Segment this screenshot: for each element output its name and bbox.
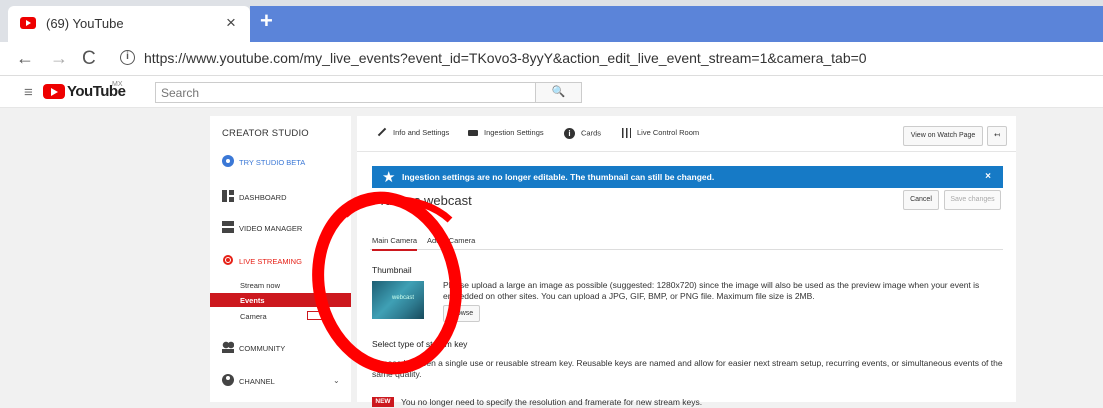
- sidebar-subitem-camera[interactable]: Camera: [210, 309, 351, 323]
- tab-label: Info and Settings: [393, 128, 450, 137]
- sidebar-subitem-events[interactable]: Events: [210, 293, 351, 307]
- thumbnail-description-line2: embedded on other sites. You can upload …: [443, 291, 815, 301]
- search-button[interactable]: 🔍: [536, 82, 582, 103]
- tab-title: (69) YouTube: [46, 16, 124, 31]
- youtube-header: ≡ YouTube MX 🔍: [0, 76, 1103, 108]
- sidebar-item-channel[interactable]: CHANNEL ⌄: [210, 369, 351, 393]
- new-feature-text: You no longer need to specify the resolu…: [401, 397, 703, 407]
- creator-studio-sidebar: CREATOR STUDIO TRY STUDIO BETA DASHBOARD…: [210, 116, 351, 402]
- search-icon: 🔍: [551, 86, 566, 98]
- search-input[interactable]: [156, 83, 535, 102]
- tab-live-control-room[interactable]: Live Control Room: [621, 128, 700, 139]
- tab-label: Cards: [581, 128, 602, 138]
- info-banner: ★ Ingestion settings are no longer edita…: [372, 166, 1003, 188]
- reload-icon[interactable]: C: [82, 48, 96, 70]
- tab-main-camera[interactable]: Main Camera: [372, 236, 418, 251]
- subitem-label: Camera: [240, 312, 267, 321]
- sidebar-item-label: CHANNEL: [239, 377, 275, 386]
- youtube-logo-icon[interactable]: [43, 84, 65, 99]
- browser-tab-strip: (69) YouTube × +: [0, 0, 1103, 42]
- search-box: [155, 82, 536, 103]
- subitem-label: Events: [240, 296, 265, 305]
- thumbnail-watermark: webcast: [392, 295, 415, 301]
- tab-close-icon[interactable]: ×: [226, 13, 236, 33]
- thumbnail-description-line1: Please upload a large an image as possib…: [443, 280, 980, 290]
- browse-button[interactable]: Browse: [443, 305, 480, 322]
- sliders-icon: [621, 128, 631, 139]
- stream-key-description-line1: Choose between a single use or reusable …: [372, 358, 1003, 368]
- sidebar-item-try-studio-beta[interactable]: TRY STUDIO BETA: [210, 150, 351, 174]
- pencil-icon: [377, 127, 387, 137]
- new-tab-icon[interactable]: +: [260, 8, 273, 34]
- event-title: Pruebas webcast: [372, 193, 472, 208]
- sidebar-item-video-manager[interactable]: VIDEO MANAGER: [210, 216, 351, 240]
- stream-key-description-line2: same quality.: [372, 369, 422, 379]
- thumbnail-image: webcast: [372, 281, 424, 319]
- share-arrow-icon: ↤: [994, 132, 1000, 139]
- camera-badge: [307, 311, 327, 320]
- browser-tab-youtube[interactable]: (69) YouTube ×: [8, 6, 250, 42]
- share-button[interactable]: ↤: [987, 126, 1007, 146]
- tab-cards[interactable]: i Cards: [564, 128, 601, 139]
- tab-label: Live Control Room: [637, 128, 700, 137]
- gear-icon: [222, 155, 234, 167]
- sidebar-title: CREATOR STUDIO: [222, 128, 309, 139]
- tab-add-a-camera[interactable]: Add a Camera: [427, 236, 475, 245]
- sidebar-item-dashboard[interactable]: DASHBOARD: [210, 185, 351, 209]
- sidebar-item-community[interactable]: COMMUNITY: [210, 336, 351, 360]
- country-code: MX: [112, 81, 123, 88]
- sidebar-item-label: LIVE STREAMING: [239, 257, 302, 266]
- youtube-favicon-icon: [20, 17, 36, 29]
- video-manager-icon: [222, 221, 234, 233]
- back-arrow-icon[interactable]: ←: [16, 48, 34, 69]
- save-changes-button[interactable]: Save changes: [944, 190, 1001, 210]
- event-tabs-bar: Info and Settings Ingestion Settings i Ca…: [357, 116, 1016, 152]
- tab-ingestion-settings[interactable]: Ingestion Settings: [468, 128, 544, 137]
- sidebar-item-label: COMMUNITY: [239, 344, 286, 353]
- forward-arrow-icon[interactable]: →: [50, 48, 68, 69]
- channel-icon: [222, 374, 234, 386]
- tab-info-and-settings[interactable]: Info and Settings: [377, 127, 450, 137]
- sidebar-subitem-stream-now[interactable]: Stream now: [210, 278, 351, 292]
- sidebar-item-label: TRY STUDIO BETA: [239, 158, 306, 167]
- cancel-button[interactable]: Cancel: [903, 190, 939, 210]
- banner-close-icon[interactable]: ×: [985, 171, 991, 182]
- star-icon: ★: [382, 169, 396, 186]
- thumbnail-heading: Thumbnail: [372, 265, 412, 275]
- subitem-label: Stream now: [240, 281, 281, 290]
- community-icon: [222, 341, 234, 353]
- sidebar-item-live-streaming[interactable]: LIVE STREAMING: [210, 249, 351, 273]
- menu-icon[interactable]: ≡: [24, 84, 33, 101]
- camera-icon: [468, 130, 478, 137]
- live-event-edit-panel: Info and Settings Ingestion Settings i Ca…: [357, 116, 1016, 407]
- camera-tabs: Main Camera Add a Camera: [370, 234, 1003, 251]
- sidebar-item-label: VIDEO MANAGER: [239, 224, 303, 233]
- address-bar-url[interactable]: https://www.youtube.com/my_live_events?e…: [144, 50, 867, 66]
- dashboard-icon: [222, 190, 234, 202]
- browser-nav-bar: ← → C i https://www.youtube.com/my_live_…: [0, 42, 1103, 76]
- site-info-icon[interactable]: i: [120, 50, 135, 65]
- info-icon: i: [564, 128, 575, 139]
- sidebar-item-label: DASHBOARD: [239, 193, 287, 202]
- tab-label: Ingestion Settings: [484, 128, 544, 137]
- stream-key-heading: Select type of stream key: [372, 339, 468, 349]
- view-on-watch-page-button[interactable]: View on Watch Page: [903, 126, 983, 146]
- live-broadcast-icon: [223, 255, 233, 265]
- banner-message: Ingestion settings are no longer editabl…: [402, 172, 715, 182]
- new-badge: NEW: [372, 397, 394, 407]
- chevron-down-icon[interactable]: ⌄: [333, 376, 340, 385]
- tab-strip-background: [250, 6, 1103, 42]
